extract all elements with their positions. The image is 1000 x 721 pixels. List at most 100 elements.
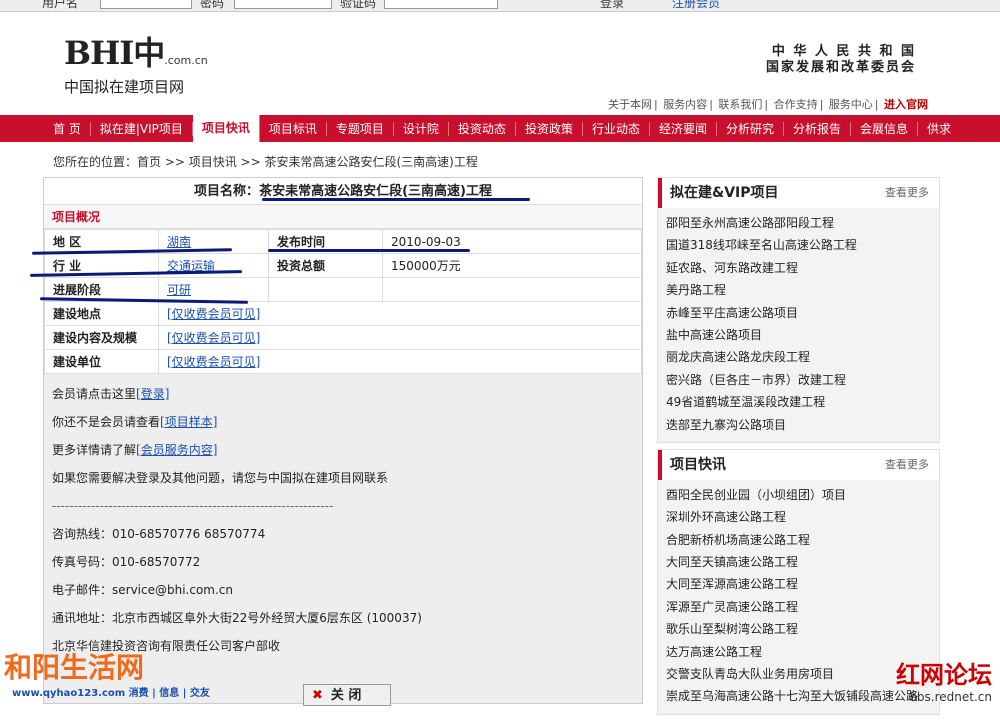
empty-value <box>382 277 642 302</box>
site-locked-link[interactable]: [仅收费会员可见] <box>167 307 260 321</box>
list-item[interactable]: 迭部至九寨沟公路项目 <box>666 414 931 436</box>
nav-supply[interactable]: 供求 <box>918 122 960 136</box>
top-login-bar: 用户名 密码 验证码 登录 注册会员 <box>0 0 1000 12</box>
close-button[interactable]: ✖ 关 闭 <box>303 684 391 706</box>
more-link[interactable]: 查看更多 <box>885 450 929 480</box>
service-text: 更多详情请了解 <box>52 443 137 457</box>
nav-topics[interactable]: 专题项目 <box>327 121 394 136</box>
list-item[interactable]: 赤峰至平庄高速公路项目 <box>666 302 931 324</box>
project-panel: 项目名称：茶安耒常高速公路安仁段(三南高速)工程 项目概况 地 区 湖南 发布时… <box>43 177 643 704</box>
service-link[interactable]: [会员服务内容] <box>136 443 217 457</box>
list-item[interactable]: 美丹路工程 <box>666 279 931 301</box>
gov-line1: 中 华 人 民 共 和 国 <box>771 44 916 59</box>
divider: ----------------------------------------… <box>52 499 334 513</box>
close-icon: ✖ <box>312 688 323 703</box>
email: 电子邮件：service@bhi.com.cn <box>52 583 234 597</box>
watermark-left: 和阳生活网 www.qyhao123.com 消费 | 信息 | 交友 <box>4 646 210 699</box>
link-services[interactable]: 服务内容 <box>663 98 707 111</box>
empty-label <box>268 277 383 302</box>
link-contact[interactable]: 联系我们 <box>718 98 762 111</box>
nav-policy[interactable]: 投资政策 <box>516 121 583 136</box>
username-input[interactable] <box>100 0 192 9</box>
list-item[interactable]: 密兴路（巨各庄－市界）改建工程 <box>666 369 931 391</box>
nav-news[interactable]: 项目快讯 <box>192 115 260 142</box>
list-item[interactable]: 崇成至乌海高速公路十七沟至大饭铺段高速公路 <box>666 685 931 707</box>
vip-projects-header: 拟在建&VIP项目 查看更多 <box>658 178 939 208</box>
member-info: 会员请点击这里[登录] 你还不是会员请查看[项目样本] 更多详情请了解[会员服务… <box>44 374 642 666</box>
list-item[interactable]: 延农路、河东路改建工程 <box>666 257 931 279</box>
service-line: 更多详情请了解[会员服务内容] <box>52 436 634 464</box>
search-input[interactable] <box>384 0 498 9</box>
scope-label: 建设内容及规模 <box>44 325 159 350</box>
stage-link[interactable]: 可研 <box>167 283 191 297</box>
nav-research[interactable]: 分析研究 <box>717 121 784 136</box>
list-item[interactable]: 大同至浑源高速公路工程 <box>666 573 931 595</box>
login-link[interactable]: [登录] <box>136 387 169 401</box>
list-item[interactable]: 国道318线邛崃至名山高速公路工程 <box>666 234 931 256</box>
password-input[interactable] <box>234 0 332 9</box>
more-link[interactable]: 查看更多 <box>885 178 929 208</box>
annotation-underline <box>262 198 530 201</box>
news-header: 项目快讯 查看更多 <box>658 449 939 480</box>
news-title: 项目快讯 <box>670 456 726 473</box>
annotation-underline <box>268 249 470 252</box>
investment-label: 投资总额 <box>268 253 383 278</box>
nav-home[interactable]: 首 页 <box>44 121 91 136</box>
captcha-label: 验证码 <box>340 0 377 10</box>
password-label: 密码 <box>200 0 225 10</box>
link-official-site[interactable]: 进入官网 <box>884 98 928 111</box>
nav-bids[interactable]: 项目标讯 <box>260 121 327 136</box>
section-heading: 项目概况 <box>44 205 642 229</box>
link-cooperation[interactable]: 合作支持 <box>774 98 818 111</box>
scope-locked-link[interactable]: [仅收费会员可见] <box>167 331 260 345</box>
nav-economy[interactable]: 经济要闻 <box>650 121 717 136</box>
hotline: 咨询热线：010-68570776 68570774 <box>52 527 266 541</box>
contact-note: 如果您需要解决登录及其他问题，请您与中国拟在建项目网联系 <box>52 471 389 485</box>
list-item[interactable]: 丽龙庆高速公路龙庆段工程 <box>666 346 931 368</box>
login-button[interactable]: 登录 <box>600 0 624 11</box>
nav-investment[interactable]: 投资动态 <box>449 121 516 136</box>
table-row: 建设单位 [仅收费会员可见] <box>44 349 642 374</box>
breadcrumb: 您所在的位置：首页 >> 项目快讯 >> 茶安耒常高速公路安仁段(三南高速)工程 <box>53 155 478 169</box>
list-item[interactable]: 浑源至广灵高速公路工程 <box>666 596 931 618</box>
table-row: 建设地点 [仅收费会员可见] <box>44 301 642 326</box>
list-item[interactable]: 酉阳全民创业园（小坝组团）项目 <box>666 484 931 506</box>
register-link[interactable]: 注册会员 <box>672 0 720 11</box>
region-link[interactable]: 湖南 <box>167 235 191 249</box>
sample-line: 你还不是会员请查看[项目样本] <box>52 408 634 436</box>
list-item[interactable]: 交警支队青岛大队业务用房项目 <box>666 663 931 685</box>
logo-subtitle: 中国拟在建项目网 <box>64 78 185 96</box>
nav-vip[interactable]: 拟在建|VIP项目 <box>91 121 193 136</box>
list-item[interactable]: 达万高速公路工程 <box>666 641 931 663</box>
builder-label: 建设单位 <box>44 349 159 374</box>
table-row: 建设内容及规模 [仅收费会员可见] <box>44 325 642 350</box>
vip-projects-box: 拟在建&VIP项目 查看更多 邵阳至永州高速公路邵阳段工程 国道318线邛崃至名… <box>657 177 940 443</box>
fax: 传真号码：010-68570772 <box>52 555 201 569</box>
nav-reports[interactable]: 分析报告 <box>784 121 852 136</box>
link-service-center[interactable]: 服务中心 <box>829 98 873 111</box>
vip-projects-list: 邵阳至永州高速公路邵阳段工程 国道318线邛崃至名山高速公路工程 延农路、河东路… <box>658 208 939 442</box>
investment-value: 150000万元 <box>382 253 642 278</box>
link-about[interactable]: 关于本网 <box>608 98 652 111</box>
sample-link[interactable]: [项目样本] <box>160 415 217 429</box>
gov-line2: 国家发展和改革委员会 <box>765 60 916 75</box>
project-name: 茶安耒常高速公路安仁段(三南高速)工程 <box>259 184 492 199</box>
list-item[interactable]: 邵阳至永州高速公路邵阳段工程 <box>666 212 931 234</box>
nav-industry[interactable]: 行业动态 <box>583 121 650 136</box>
username-label: 用户名 <box>42 0 79 10</box>
site-label: 建设地点 <box>44 301 159 326</box>
nav-exhibitions[interactable]: 会展信息 <box>851 121 919 136</box>
list-item[interactable]: 大同至天镇高速公路工程 <box>666 551 931 573</box>
top-links: 关于本网 | 服务内容 | 联系我们 | 合作支持 | 服务中心 | 进入官网 <box>607 98 928 111</box>
site-logo[interactable]: BHI中.com.cn 中国拟在建项目网 <box>64 28 208 97</box>
main-nav: 首 页 拟在建|VIP项目 项目快讯 项目标讯 专题项目 设计院 投资动态 投资… <box>0 115 1000 142</box>
login-text: 会员请点击这里 <box>52 387 137 401</box>
list-item[interactable]: 49省道鹤城至温溪段改建工程 <box>666 391 931 413</box>
list-item[interactable]: 合肥新桥机场高速公路工程 <box>666 529 931 551</box>
nav-design[interactable]: 设计院 <box>394 121 449 136</box>
watermark-left-text: 和阳生活网 <box>4 651 145 684</box>
list-item[interactable]: 深圳外环高速公路工程 <box>666 506 931 528</box>
list-item[interactable]: 歌乐山至梨树湾公路工程 <box>666 618 931 640</box>
list-item[interactable]: 盐中高速公路项目 <box>666 324 931 346</box>
builder-locked-link[interactable]: [仅收费会员可见] <box>167 355 260 369</box>
